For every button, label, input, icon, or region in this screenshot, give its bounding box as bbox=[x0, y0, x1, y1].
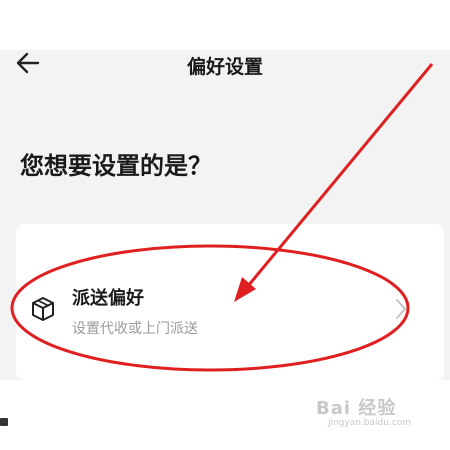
watermark: Bai 经验 jingyan.baidu.com bbox=[316, 394, 440, 434]
watermark-url: jingyan.baidu.com bbox=[328, 418, 412, 428]
question-heading: 您想要设置的是？ bbox=[20, 152, 212, 180]
option-title: 派送偏好 bbox=[72, 288, 144, 309]
option-subtitle: 设置代收或上门派送 bbox=[72, 321, 198, 337]
chevron-right-icon bbox=[396, 299, 407, 319]
watermark-brand: Bai 经验 bbox=[316, 398, 397, 419]
page-title: 偏好设置 bbox=[186, 56, 263, 78]
box-icon bbox=[32, 297, 54, 321]
bullet-marker bbox=[0, 418, 8, 426]
delivery-preference-item[interactable]: 派送偏好 设置代收或上门派送 bbox=[16, 280, 444, 364]
